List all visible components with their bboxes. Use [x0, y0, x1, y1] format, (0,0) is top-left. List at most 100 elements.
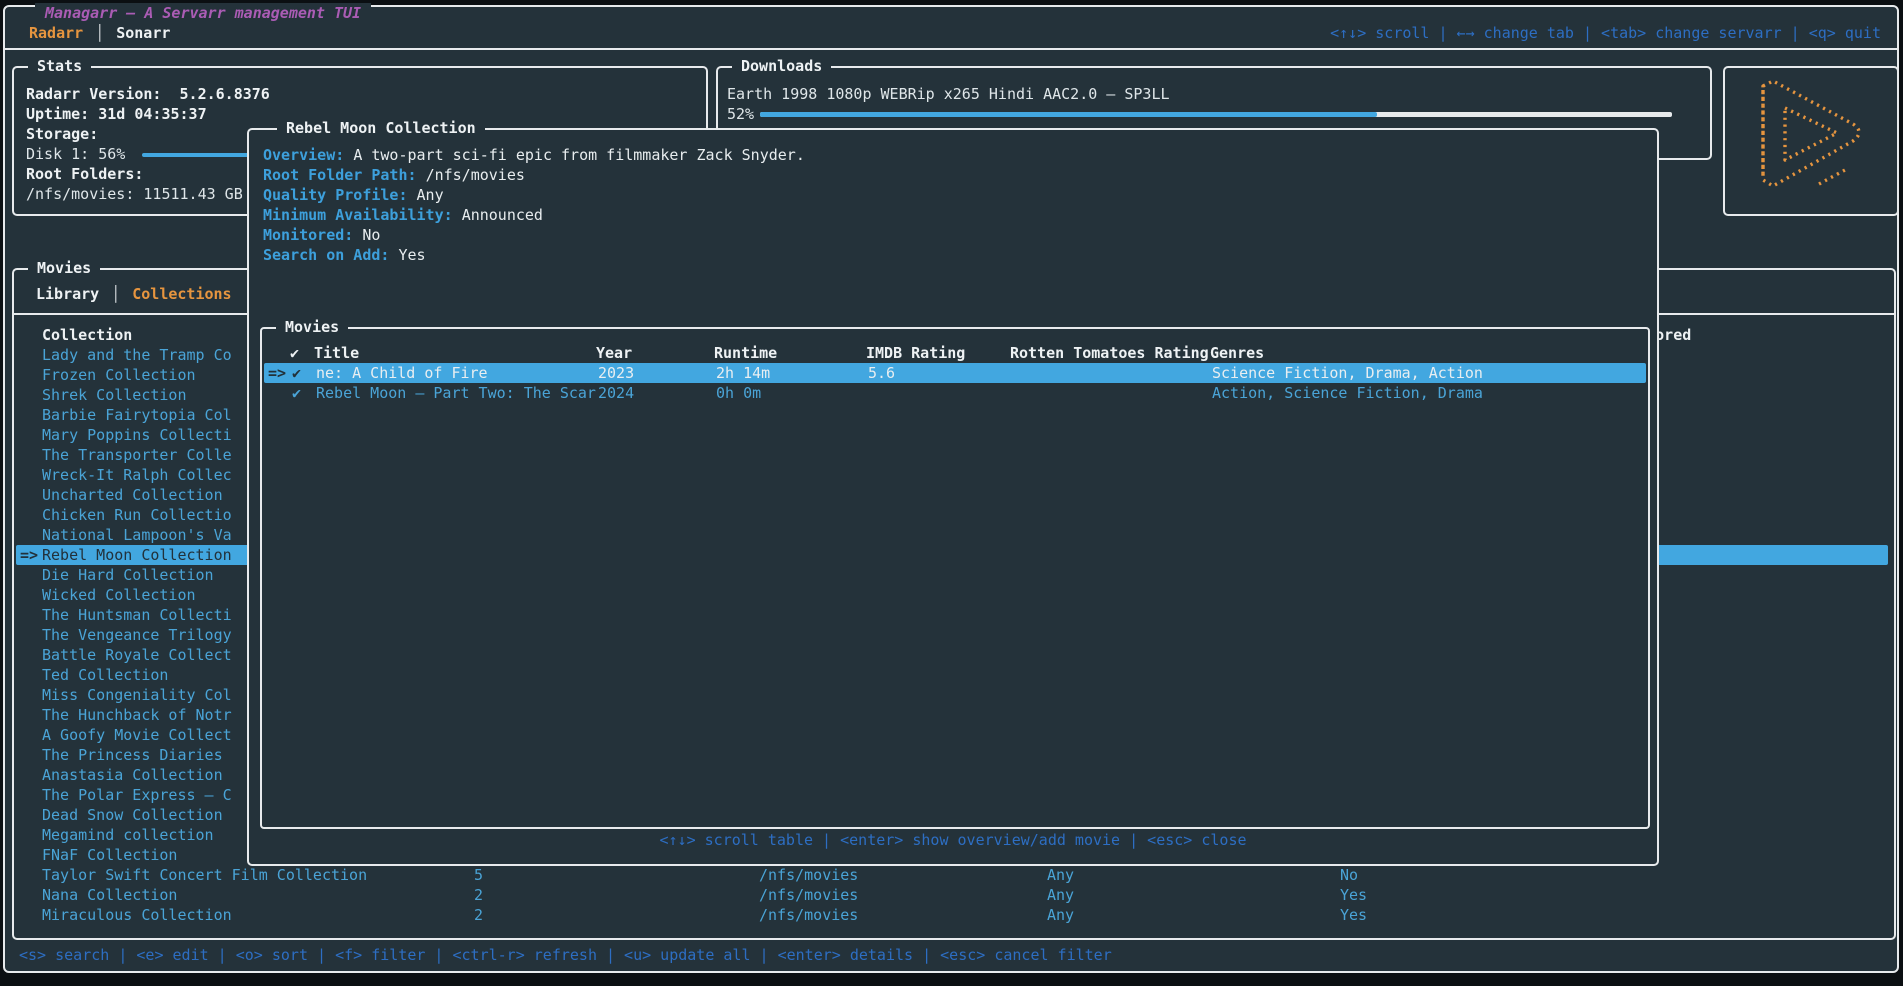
download-progress-fill [760, 112, 1377, 117]
collection-flag: Yes [1340, 885, 1367, 905]
stats-panel-title: Stats [28, 56, 91, 76]
movie-check: ✔ [292, 363, 301, 383]
modal-table-header: ✔ Title Year Runtime IMDB Rating Rotten … [262, 343, 1648, 363]
collection-name: The Polar Express – C [42, 786, 232, 804]
movie-year: 2023 [598, 363, 634, 383]
collection-name: Uncharted Collection [42, 486, 223, 504]
movie-imdb: 5.6 [868, 363, 895, 383]
collection-name: A Goofy Movie Collect [42, 726, 232, 744]
collection-profile: Any [1047, 865, 1074, 885]
collection-name: Wicked Collection [42, 586, 196, 604]
field-search-on-add: Search on Add: Yes [263, 245, 1647, 265]
collection-name: Chicken Run Collectio [42, 506, 232, 524]
tab-radarr[interactable]: Radarr [19, 23, 93, 43]
selection-arrow: => [20, 545, 38, 565]
bottom-keybinds: <s> search | <e> edit | <o> sort | <f> f… [19, 945, 1112, 965]
tab-library[interactable]: Library [26, 284, 109, 304]
collection-name: Miraculous Collection [42, 906, 232, 924]
collection-count: 5 [474, 865, 483, 885]
movies-tab-separator: │ [109, 284, 122, 304]
header-check: ✔ [290, 343, 299, 363]
download-item-title: Earth 1998 1080p WEBRip x265 Hindi AAC2.… [727, 84, 1702, 104]
modal-fields: Overview: A two-part sci-fi epic from fi… [263, 145, 1647, 265]
download-item-progress: 52% [727, 104, 1702, 124]
collection-name: Miss Congeniality Col [42, 686, 232, 704]
column-header-collection: Collection [42, 325, 132, 345]
collection-name: The Vengeance Trilogy [42, 626, 232, 644]
collection-name: Frozen Collection [42, 366, 196, 384]
collection-name: Battle Royale Collect [42, 646, 232, 664]
downloads-panel-title: Downloads [732, 56, 831, 76]
field-root-folder: Root Folder Path: /nfs/movies [263, 165, 1647, 185]
collection-flag: Yes [1340, 905, 1367, 925]
collection-profile: Any [1047, 905, 1074, 925]
download-progress-bar [760, 112, 1672, 117]
collection-name: Anastasia Collection [42, 766, 223, 784]
collection-name: National Lampoon's Va [42, 526, 232, 544]
movie-row[interactable]: ✔ Rebel Moon – Part Two: The Scar2024 0h 0… [264, 383, 1646, 403]
servarr-tabs: Radarr │ Sonarr [19, 23, 180, 43]
logo-panel [1723, 66, 1899, 216]
header-rotten-tomatoes: Rotten Tomatoes Rating [1010, 343, 1209, 363]
collection-name: The Transporter Colle [42, 446, 232, 464]
modal-movies-table: Movies ✔ Title Year Runtime IMDB Rating … [260, 327, 1650, 829]
movies-tabs: Library │ Collections │ [26, 284, 255, 304]
movie-year: 2024 [598, 383, 634, 403]
collection-name: Lady and the Tramp Co [42, 346, 232, 364]
field-overview: Overview: A two-part sci-fi epic from fi… [263, 145, 1647, 165]
app-title: Managarr – A Servarr management TUI [35, 3, 371, 23]
modal-title: Rebel Moon Collection [277, 118, 485, 138]
movie-runtime: 0h 0m [716, 383, 761, 403]
collection-row[interactable]: Miraculous Collection 2/nfs/movies Any Yes [16, 905, 1888, 925]
tab-sonarr[interactable]: Sonarr [106, 23, 180, 43]
collection-name: Wreck-It Ralph Collec [42, 466, 232, 484]
movie-title: ne: A Child of Fire [316, 363, 488, 383]
movie-check: ✔ [292, 383, 301, 403]
movies-panel-title: Movies [28, 258, 100, 278]
field-quality-profile: Quality Profile: Any [263, 185, 1647, 205]
header-imdb: IMDB Rating [866, 343, 965, 363]
collection-name: Taylor Swift Concert Film Collection [42, 866, 367, 884]
header-runtime: Runtime [714, 343, 777, 363]
header-year: Year [596, 343, 632, 363]
collection-name: Dead Snow Collection [42, 806, 223, 824]
topbar-divider [5, 48, 1897, 50]
collection-name: Ted Collection [42, 666, 168, 684]
field-monitored: Monitored: No [263, 225, 1647, 245]
collection-name: Shrek Collection [42, 386, 187, 404]
movie-genres: Action, Science Fiction, Drama [1212, 383, 1483, 403]
collection-name: Die Hard Collection [42, 566, 214, 584]
collection-row[interactable]: Taylor Swift Concert Film Collection 5/nf… [16, 865, 1888, 885]
movie-genres: Science Fiction, Drama, Action [1212, 363, 1483, 383]
collection-name: The Huntsman Collecti [42, 606, 232, 624]
collection-name: Mary Poppins Collecti [42, 426, 232, 444]
collection-row[interactable]: Nana Collection 2/nfs/movies Any Yes [16, 885, 1888, 905]
collection-name: Barbie Fairytopia Col [42, 406, 232, 424]
stat-version: Radarr Version: 5.2.6.8376 [26, 84, 698, 104]
collection-name: The Princess Diaries [42, 746, 223, 764]
movie-runtime: 2h 14m [716, 363, 770, 383]
collection-details-modal: Rebel Moon Collection Overview: A two-pa… [247, 128, 1659, 866]
top-keybinds: <↑↓> scroll | ←→ change tab | <tab> chan… [1330, 23, 1881, 43]
collection-path: /nfs/movies [759, 905, 858, 925]
collection-name: Nana Collection [42, 886, 177, 904]
collection-profile: Any [1047, 885, 1074, 905]
managarr-play-logo-icon [1749, 76, 1877, 208]
tab-separator: │ [93, 23, 106, 43]
collection-name: FNaF Collection [42, 846, 177, 864]
selection-arrow: => [268, 363, 286, 383]
header-genres: Genres [1210, 343, 1264, 363]
collection-count: 2 [474, 885, 483, 905]
collection-path: /nfs/movies [759, 865, 858, 885]
tab-collections[interactable]: Collections [122, 284, 241, 304]
field-minimum-availability: Minimum Availability: Announced [263, 205, 1647, 225]
modal-keybinds: <↑↓> scroll table | <enter> show overvie… [249, 830, 1657, 850]
collection-name: The Hunchback of Notr [42, 706, 232, 724]
app-window: Managarr – A Servarr management TUI Rada… [3, 5, 1899, 973]
movie-row[interactable]: => ✔ ne: A Child of Fire 2023 2h 14m 5.6 Scien… [264, 363, 1646, 383]
collection-flag: No [1340, 865, 1358, 885]
modal-movies-title: Movies [276, 317, 348, 337]
movie-title: Rebel Moon – Part Two: The Scar [316, 383, 596, 403]
collection-path: /nfs/movies [759, 885, 858, 905]
collection-count: 2 [474, 905, 483, 925]
